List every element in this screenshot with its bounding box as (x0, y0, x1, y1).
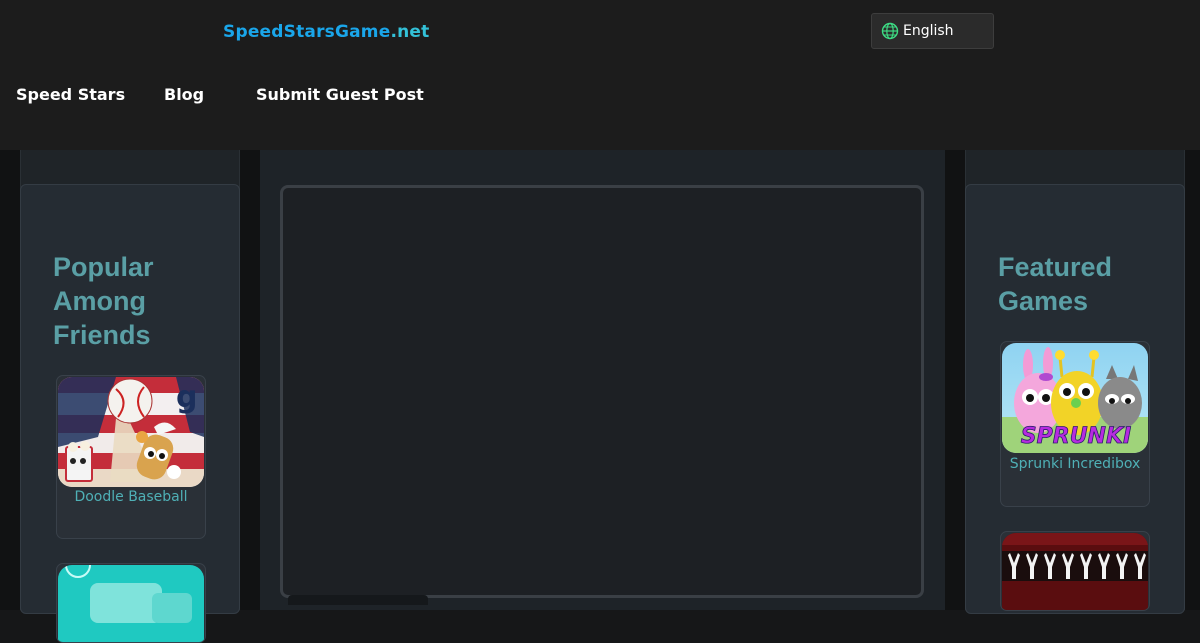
sidebar-title: Featured Games (998, 252, 1113, 316)
main-nav: Speed Stars Blog Submit Guest Post (0, 85, 600, 109)
language-selector[interactable]: English (871, 13, 994, 49)
game-card[interactable] (56, 563, 206, 643)
nav-item-speed-stars[interactable]: Speed Stars (16, 85, 125, 104)
game-thumbnail[interactable]: SPRUNKI (1002, 343, 1148, 453)
game-name[interactable]: Doodle Baseball (57, 489, 205, 505)
game-card[interactable] (1000, 531, 1150, 611)
sprunki-thumbnail: SPRUNKI (1002, 343, 1148, 453)
game-thumbnail[interactable] (58, 565, 204, 642)
nav-item-submit-guest-post[interactable]: Submit Guest Post (256, 85, 424, 104)
game-name[interactable]: Sprunki Incredibox (1001, 456, 1149, 472)
game-thumbnail[interactable] (1002, 533, 1148, 610)
sidebar-featured: Featured Games SPRUNKI Sprunki Incredibo… (965, 184, 1185, 614)
sidebar-popular: Popular Among Friends g Doodle Baseball (20, 184, 240, 643)
site-header: SpeedStarsGame.net English Speed Stars B… (0, 0, 1200, 150)
nav-item-blog[interactable]: Blog (164, 85, 204, 104)
language-label: English (903, 23, 954, 39)
game-frame[interactable] (280, 185, 924, 598)
game-card-sprunki-incredibox[interactable]: SPRUNKI Sprunki Incredibox (1000, 341, 1150, 507)
sprunki-logo-text: SPRUNKI (1021, 424, 1131, 449)
game-card-doodle-baseball[interactable]: g Doodle Baseball (56, 375, 206, 539)
game-thumbnail[interactable]: g (58, 377, 204, 487)
game-frame-controls (288, 595, 428, 605)
sidebar-title: Popular Among Friends (53, 252, 154, 350)
site-logo[interactable]: SpeedStarsGame.net (223, 22, 430, 42)
logo-main-text: SpeedStarsGame (223, 22, 391, 42)
svg-text:g: g (176, 380, 197, 415)
game-thumbnail-image (1002, 533, 1148, 610)
doodle-baseball-thumbnail: g (58, 377, 204, 487)
globe-icon (881, 22, 899, 40)
game-thumbnail-image (58, 565, 204, 642)
logo-tld-text: .net (390, 22, 430, 42)
